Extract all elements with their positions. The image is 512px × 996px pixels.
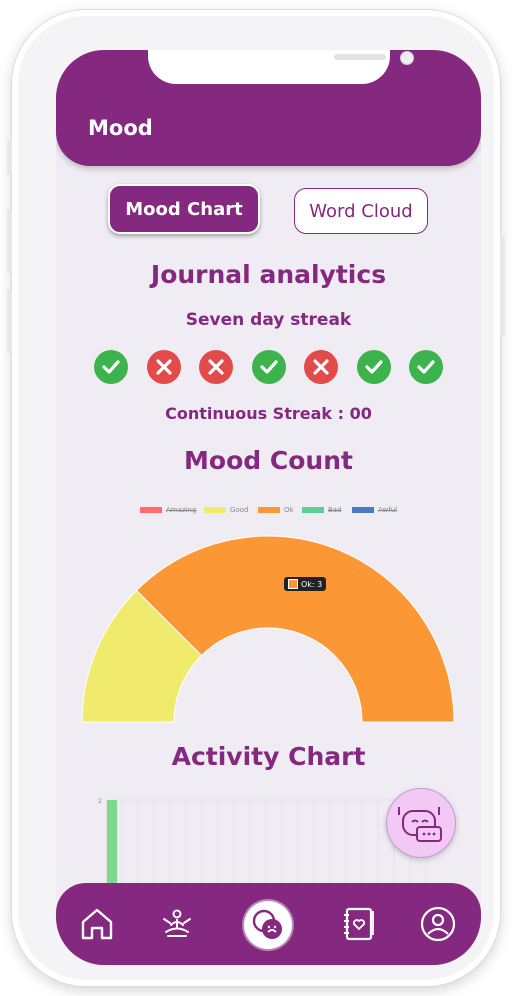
- mood-doughnut-chart: [81, 535, 455, 723]
- doughnut-slice-ok[interactable]: [135, 535, 455, 723]
- legend-item[interactable]: Good: [204, 505, 248, 515]
- app-header: Mood: [56, 50, 481, 166]
- streak-row: [56, 350, 481, 386]
- volume-down-button: [7, 290, 12, 354]
- chart-legend: Amazing Good Ok Bad Awful: [56, 505, 481, 517]
- phone-frame: Mood Mood Chart Word Cloud Journal analy…: [7, 10, 505, 986]
- mute-switch: [7, 140, 12, 174]
- legend-swatch: [258, 507, 280, 513]
- robot-chat-icon: [398, 807, 442, 842]
- legend-label: Bad: [328, 506, 342, 514]
- legend-swatch: [352, 507, 374, 513]
- home-icon[interactable]: [78, 905, 116, 943]
- streak-cross-icon: [146, 350, 181, 384]
- legend-item[interactable]: Bad: [302, 505, 342, 515]
- legend-item[interactable]: Amazing: [140, 505, 196, 515]
- mood-nav-button[interactable]: [244, 901, 292, 949]
- streak-label: Seven day streak: [185, 310, 352, 330]
- activity-chart-title: Activity Chart: [171, 742, 366, 771]
- legend-swatch: [204, 507, 226, 513]
- app-screen: Mood Mood Chart Word Cloud Journal analy…: [56, 50, 481, 965]
- legend-item[interactable]: Ok: [258, 505, 294, 515]
- power-button: [500, 236, 505, 336]
- camera: [400, 51, 414, 65]
- activity-y-tick: 2: [98, 798, 102, 805]
- page-title: Mood: [88, 116, 153, 140]
- tooltip-swatch: [288, 579, 298, 589]
- streak-cross-icon: [304, 350, 338, 384]
- tab-mood-chart[interactable]: Mood Chart: [108, 184, 260, 234]
- speaker: [334, 54, 386, 60]
- streak-check-icon: [356, 350, 391, 384]
- legend-label: Awful: [378, 506, 398, 514]
- streak-check-icon: [409, 350, 443, 384]
- continuous-streak: Continuous Streak : 00: [165, 404, 372, 423]
- legend-label: Good: [230, 506, 249, 514]
- chart-tooltip: Ok: 3: [284, 577, 327, 591]
- journal-analytics-title: Journal analytics: [150, 260, 387, 289]
- bottom-navigation: [56, 883, 481, 965]
- meditation-icon[interactable]: [158, 905, 196, 943]
- chatbot-fab[interactable]: [386, 788, 456, 858]
- legend-label: Ok: [284, 506, 294, 514]
- streak-check-icon: [94, 350, 128, 384]
- streak-check-icon: [251, 350, 286, 384]
- legend-swatch: [302, 507, 324, 513]
- mood-icon: [252, 909, 282, 939]
- legend-item[interactable]: Awful: [352, 505, 397, 515]
- volume-up-button: [7, 210, 12, 274]
- tooltip-text: Ok: 3: [301, 579, 323, 589]
- profile-icon[interactable]: [419, 905, 457, 943]
- activity-bar: [107, 800, 117, 888]
- journal-icon[interactable]: [339, 905, 377, 943]
- tab-word-cloud[interactable]: Word Cloud: [294, 188, 428, 234]
- legend-swatch: [140, 507, 162, 513]
- legend-label: Amazing: [166, 506, 197, 514]
- streak-cross-icon: [199, 350, 233, 384]
- mood-count-title: Mood Count: [184, 446, 353, 475]
- notch: [148, 50, 414, 84]
